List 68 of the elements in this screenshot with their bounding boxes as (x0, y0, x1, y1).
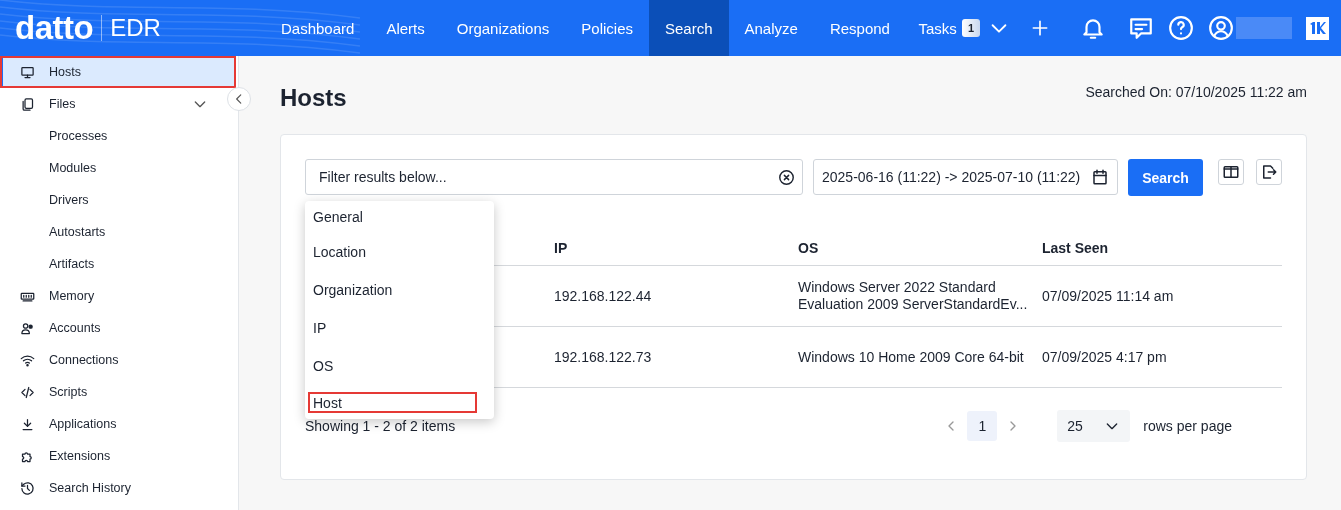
brand-logo: datto (15, 9, 94, 47)
results-summary: Showing 1 - 2 of 2 items (305, 418, 456, 434)
date-range-field[interactable]: 2025-06-16 (11:22) -> 2025-07-10 (11:22) (813, 159, 1118, 195)
filter-field[interactable]: Filter results below... (305, 159, 803, 195)
page-size-select[interactable]: 25 (1057, 410, 1131, 442)
sidebar-item[interactable]: Accounts (0, 312, 236, 344)
sidebar-item[interactable]: Memory (0, 280, 236, 312)
user-avatar-icon (1208, 15, 1234, 41)
nav-tab[interactable]: Organizations (440, 0, 566, 56)
users-icon (20, 320, 35, 336)
sidebar-subitem[interactable]: Autostarts (0, 216, 236, 248)
chat-icon (1128, 15, 1154, 41)
help-icon (1168, 15, 1194, 41)
table-cell-text: Windows Server 2022 Standard Evaluation 2009 ServerStandardEv... (798, 279, 1029, 313)
export-button[interactable] (1256, 159, 1282, 185)
column-header: IP (554, 240, 569, 258)
filter-option[interactable]: OS (305, 347, 494, 385)
search-button[interactable]: Search (1128, 159, 1203, 196)
filter-option[interactable]: General (305, 201, 494, 233)
column-header: Last Seen (1042, 240, 1110, 258)
history-icon (20, 480, 35, 496)
product-name: EDR (110, 14, 161, 42)
nav-tab[interactable]: Policies (565, 0, 649, 56)
sidebar-item[interactable]: Scripts (0, 376, 236, 408)
sidebar-item[interactable]: Search History (0, 472, 236, 504)
page-button[interactable]: 1 (967, 411, 998, 441)
code-icon (20, 384, 35, 400)
columns-icon (1222, 163, 1240, 181)
sidebar-item[interactable]: Files (0, 88, 222, 120)
calendar-icon (1091, 168, 1109, 186)
nav-tab[interactable]: Alerts (370, 0, 441, 56)
columns-button[interactable] (1218, 159, 1244, 185)
filter-option[interactable]: Organization (305, 271, 494, 309)
nav-tab[interactable]: Search (649, 0, 729, 56)
filter-option[interactable]: Host (308, 392, 477, 413)
column-header: OS (798, 240, 820, 258)
tasks-menu[interactable]: Tasks 1 (910, 19, 986, 37)
sidebar-subitem[interactable]: Artifacts (0, 248, 236, 280)
sidebar-item[interactable]: Hosts (0, 56, 236, 88)
table-cell-text: 192.168.122.44 (554, 287, 653, 305)
table-cell-text: Windows 10 Home 2009 Core 64-bit (798, 348, 1025, 366)
filter-option[interactable]: Location (305, 233, 494, 271)
collapse-button[interactable] (227, 87, 251, 111)
nav-tab[interactable]: Respond (813, 0, 906, 56)
table-cell-text: 07/09/2025 11:14 am (1042, 287, 1175, 305)
plus-icon (1030, 18, 1050, 38)
download-icon (20, 416, 35, 432)
sidebar-subitem[interactable]: Processes (0, 120, 236, 152)
sidebar-subitem[interactable]: Modules (0, 152, 236, 184)
table-cell-text: 192.168.122.73 (554, 348, 653, 366)
sidebar-item[interactable]: Applications (0, 408, 236, 440)
app-logo-icon[interactable] (1306, 16, 1329, 40)
redacted-name (1236, 17, 1292, 39)
sidebar-item[interactable]: Connections (0, 344, 236, 376)
searched-on-text: Searched On: 07/10/2025 11:22 am (1085, 84, 1307, 100)
files-icon (20, 96, 35, 112)
nav-tab[interactable]: Dashboard (265, 0, 371, 56)
table-cell-text: 07/09/2025 4:17 pm (1042, 348, 1168, 366)
clear-icon (778, 169, 795, 186)
sidebar-subitem[interactable]: Drivers (0, 184, 236, 216)
rows-per-page-label: rows per page (1143, 418, 1232, 434)
monitor-icon (20, 64, 35, 80)
page-title: Hosts (280, 84, 347, 112)
filter-option[interactable]: IP (305, 309, 494, 347)
export-icon (1260, 163, 1278, 181)
nav-tab[interactable]: Analyze (728, 0, 814, 56)
sidebar-item[interactable]: Extensions (0, 440, 236, 472)
task-count-badge: 1 (961, 19, 980, 37)
